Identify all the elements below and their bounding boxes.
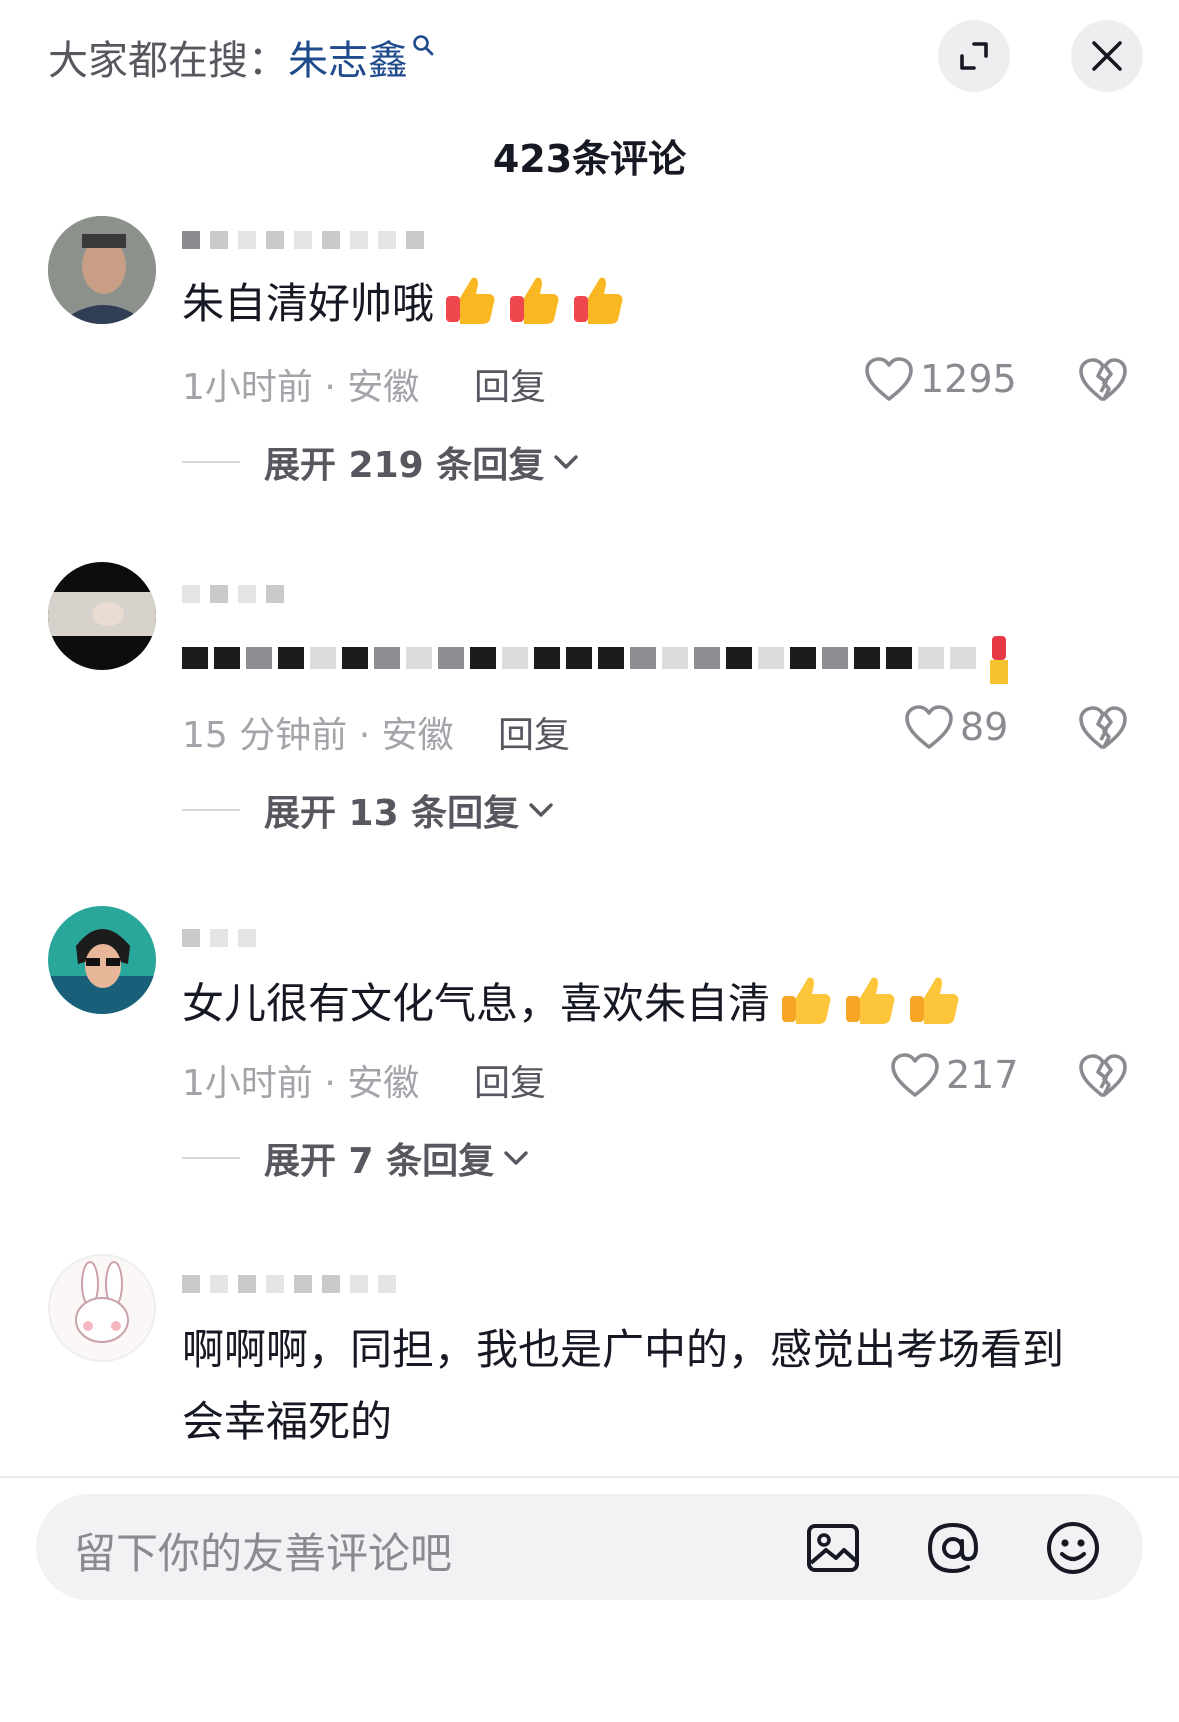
broken-heart-icon[interactable] xyxy=(1078,356,1128,404)
like-count: 217 xyxy=(946,1053,1019,1097)
search-icon xyxy=(413,35,434,56)
thumbs-up-icon xyxy=(510,277,559,324)
comment-text-line: 啊啊啊，同担，我也是广中的，感觉出考场看到 xyxy=(182,1325,1065,1374)
like-button[interactable]: 89 xyxy=(904,704,1008,750)
avatar[interactable] xyxy=(48,562,156,670)
comment-text-content: 女儿很有文化气息，喜欢朱自清 xyxy=(182,979,771,1028)
chevron-down-icon xyxy=(504,1151,528,1165)
heart-icon xyxy=(905,705,953,749)
broken-heart-icon[interactable] xyxy=(1078,1052,1128,1100)
like-button[interactable]: 1295 xyxy=(864,356,1017,402)
expand-replies-button[interactable]: 展开 13 条回复 xyxy=(182,784,555,836)
comment-count-title: 423条评论 xyxy=(492,137,687,181)
thumbs-up-icon xyxy=(846,977,895,1024)
input-divider xyxy=(0,1476,1179,1478)
search-hint-keyword[interactable]: 朱志鑫 xyxy=(288,38,408,84)
heart-icon xyxy=(891,1053,939,1097)
comment-text-pixelated xyxy=(182,630,1014,686)
like-button[interactable]: 217 xyxy=(890,1052,1019,1098)
comment-text: 啊啊啊，同担，我也是广中的，感觉出考场看到 会幸福死的 xyxy=(182,1314,1064,1458)
author-name-pixelated[interactable] xyxy=(182,220,424,260)
reply-button[interactable]: 回复 xyxy=(474,358,546,410)
search-hint-prefix: 大家都在搜： xyxy=(48,38,288,84)
chevron-down-icon xyxy=(554,455,578,469)
thumbs-up-icon xyxy=(910,977,959,1024)
expand-replies-button[interactable]: 展开 7 条回复 xyxy=(182,1132,530,1184)
like-count: 1295 xyxy=(920,357,1017,401)
chevron-down-icon xyxy=(529,803,553,817)
comment-text-line: 会幸福死的 xyxy=(182,1397,393,1446)
comment-input-placeholder: 留下你的友善评论吧 xyxy=(74,1529,453,1578)
divider xyxy=(182,1157,240,1159)
lipstick-icon xyxy=(990,636,1008,684)
comment-sheet-header: 大家都在搜：朱志鑫 xyxy=(0,0,1179,120)
reply-button[interactable]: 回复 xyxy=(498,706,570,758)
comment-text: 朱自清好帅哦 xyxy=(182,268,626,340)
expand-replies-button[interactable]: 展开 219 条回复 xyxy=(182,436,580,488)
thumbs-up-icon xyxy=(782,977,831,1024)
comment-time-location: 15 分钟前 · 安徽 xyxy=(182,715,454,756)
trending-search-hint[interactable]: 大家都在搜：朱志鑫 xyxy=(48,28,434,86)
emoji-icon[interactable] xyxy=(1044,1519,1102,1577)
divider xyxy=(182,461,240,463)
avatar[interactable] xyxy=(48,216,156,324)
author-name-pixelated[interactable] xyxy=(182,1264,396,1304)
expand-icon xyxy=(960,42,988,70)
comment-input[interactable]: 留下你的友善评论吧 xyxy=(36,1494,1143,1600)
reply-button[interactable]: 回复 xyxy=(474,1054,546,1106)
at-icon[interactable] xyxy=(924,1519,982,1577)
thumbs-up-icon xyxy=(574,277,623,324)
close-icon xyxy=(1092,41,1122,71)
divider xyxy=(182,809,240,811)
expand-replies-label: 展开 219 条回复 xyxy=(264,445,545,486)
expand-button[interactable] xyxy=(938,20,1010,92)
comment-text-content: 朱自清好帅哦 xyxy=(182,279,435,328)
comment-time-location: 1小时前 · 安徽 xyxy=(182,1063,420,1104)
image-icon[interactable] xyxy=(804,1519,862,1577)
avatar[interactable] xyxy=(48,906,156,1014)
heart-icon xyxy=(865,357,913,401)
avatar[interactable] xyxy=(48,1254,156,1362)
comment-time-location: 1小时前 · 安徽 xyxy=(182,367,420,408)
thumbs-up-icon xyxy=(446,277,495,324)
comment-text: 女儿很有文化气息，喜欢朱自清 xyxy=(182,968,962,1040)
broken-heart-icon[interactable] xyxy=(1078,704,1128,752)
expand-replies-label: 展开 13 条回复 xyxy=(264,793,520,834)
like-count: 89 xyxy=(960,705,1009,749)
expand-replies-label: 展开 7 条回复 xyxy=(264,1141,495,1182)
close-button[interactable] xyxy=(1071,20,1143,92)
author-name-pixelated[interactable] xyxy=(182,918,256,958)
author-name-pixelated[interactable] xyxy=(182,574,284,614)
